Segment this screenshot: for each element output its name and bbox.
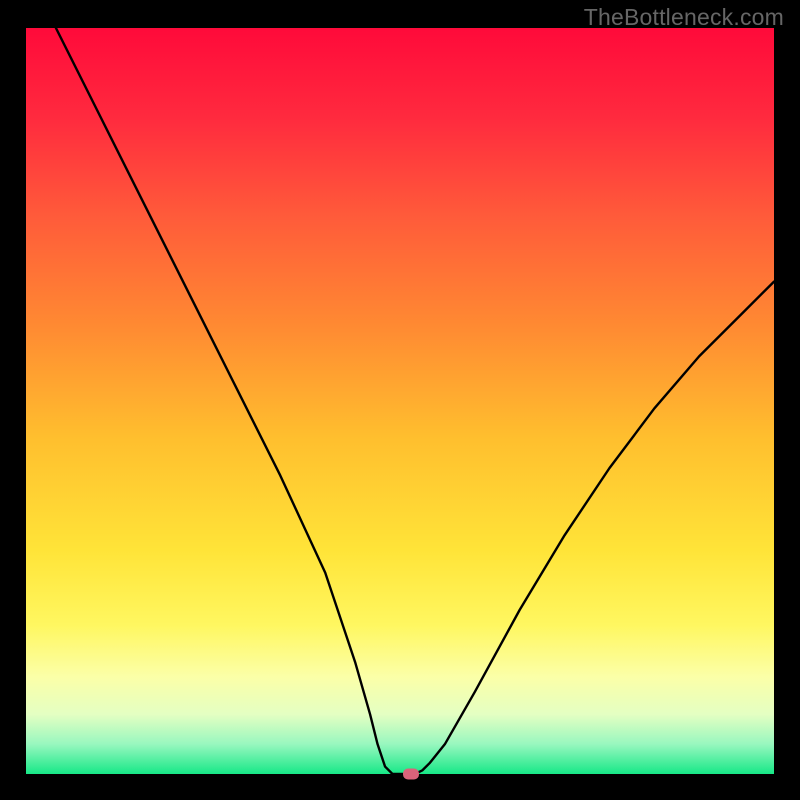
- bottleneck-curve: [26, 28, 774, 774]
- minimum-marker: [403, 769, 419, 780]
- chart-frame: TheBottleneck.com: [0, 0, 800, 800]
- watermark-text: TheBottleneck.com: [584, 4, 784, 31]
- plot-area: [26, 28, 774, 774]
